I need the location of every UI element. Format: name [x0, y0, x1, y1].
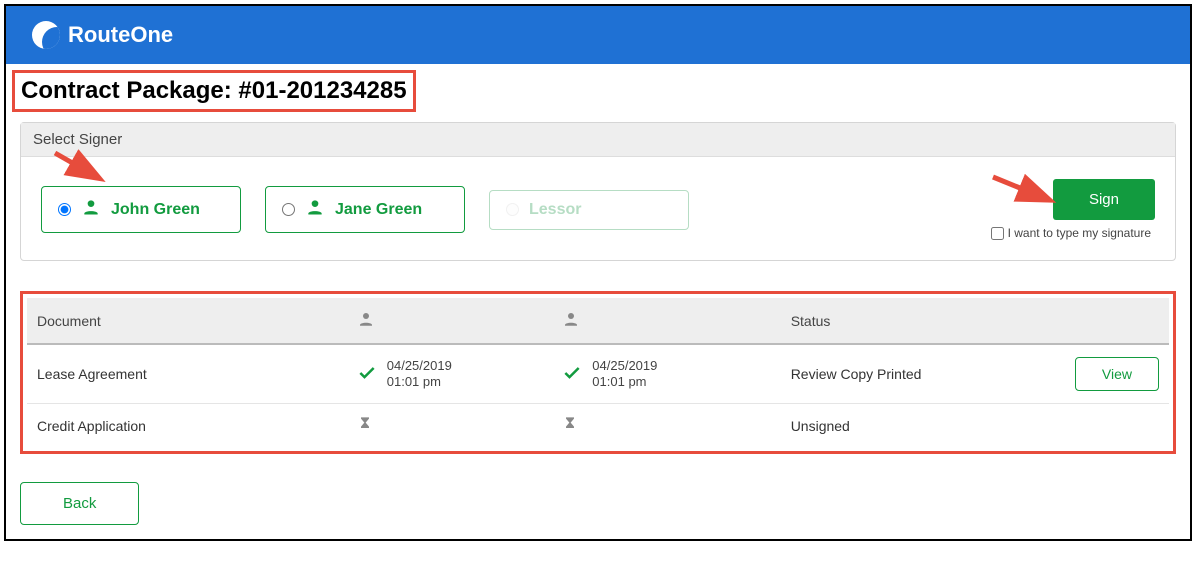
header-bar: RouteOne	[6, 6, 1190, 64]
timestamp: 04/25/2019 01:01 pm	[387, 358, 452, 391]
col-status: Status	[781, 298, 1009, 344]
table-row: Lease Agreement 04/25/2019 01:01 pm	[27, 344, 1169, 404]
table-row: Credit Application Unsigned	[27, 404, 1169, 448]
col-signer1-icon	[347, 298, 553, 344]
col-actions	[1009, 298, 1169, 344]
hourglass-icon	[562, 419, 578, 435]
signer-name: Lessor	[529, 201, 581, 219]
signer-panel-header: Select Signer	[21, 123, 1175, 157]
col-signer2-icon	[552, 298, 780, 344]
hourglass-icon	[357, 419, 373, 435]
signer-option-lessor: Lessor	[489, 190, 689, 230]
documents-block: Document Status Lease Agreement	[20, 291, 1176, 454]
signer-option-jane-green[interactable]: Jane Green	[265, 186, 465, 233]
sign-button[interactable]: Sign	[1053, 179, 1155, 220]
doc-signer1	[347, 404, 553, 448]
brand-logo: RouteOne	[32, 21, 173, 49]
signer-name: Jane Green	[335, 201, 422, 219]
page-title: Contract Package: #01-201234285	[12, 70, 416, 112]
signer-row: John Green Jane Green Lessor	[21, 157, 1175, 250]
sign-area: Sign I want to type my signature	[991, 179, 1155, 240]
doc-signer1: 04/25/2019 01:01 pm	[347, 344, 553, 404]
brand-logo-icon	[32, 21, 60, 49]
signer-radio[interactable]	[282, 203, 295, 216]
doc-name: Lease Agreement	[27, 344, 347, 404]
doc-name: Credit Application	[27, 404, 347, 448]
app-frame: RouteOne Contract Package: #01-201234285…	[4, 4, 1192, 541]
brand-name: RouteOne	[68, 22, 173, 48]
doc-status: Unsigned	[781, 404, 1009, 448]
footer-actions: Back	[6, 468, 1190, 539]
check-icon	[562, 363, 582, 386]
check-icon	[357, 363, 377, 386]
doc-signer2	[552, 404, 780, 448]
type-signature-option[interactable]: I want to type my signature	[991, 226, 1155, 240]
signer-radio	[506, 203, 519, 216]
signer-option-john-green[interactable]: John Green	[41, 186, 241, 233]
back-button[interactable]: Back	[20, 482, 139, 525]
documents-table: Document Status Lease Agreement	[27, 298, 1169, 447]
signer-panel: Select Signer John Green	[20, 122, 1176, 261]
annotation-arrow-icon	[989, 171, 1059, 209]
signer-radio[interactable]	[58, 203, 71, 216]
type-signature-label: I want to type my signature	[1008, 226, 1151, 240]
signer-name: John Green	[111, 201, 200, 219]
view-button[interactable]: View	[1075, 357, 1159, 391]
timestamp: 04/25/2019 01:01 pm	[592, 358, 657, 391]
doc-status: Review Copy Printed	[781, 344, 1009, 404]
type-signature-checkbox[interactable]	[991, 227, 1004, 240]
doc-signer2: 04/25/2019 01:01 pm	[552, 344, 780, 404]
col-document: Document	[27, 298, 347, 344]
person-icon	[305, 197, 325, 222]
person-icon	[81, 197, 101, 222]
